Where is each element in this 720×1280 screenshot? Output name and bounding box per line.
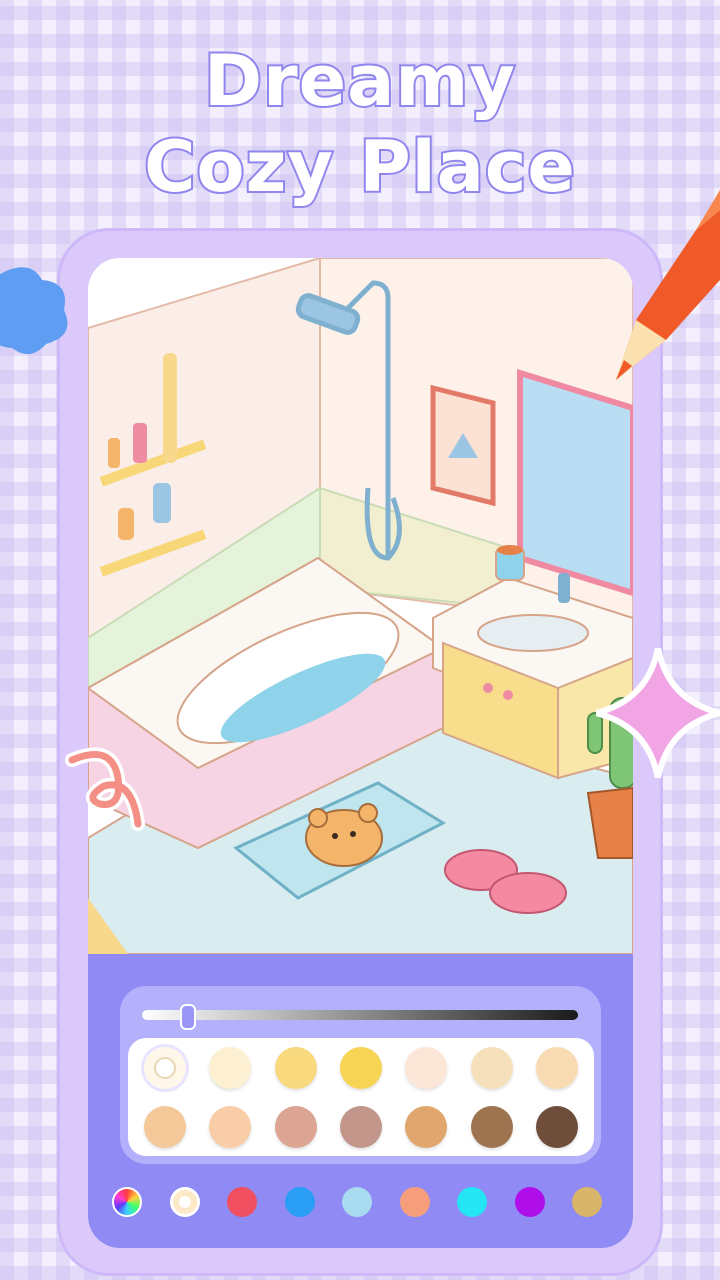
color-swatch[interactable] <box>339 1105 382 1148</box>
brightness-slider[interactable] <box>142 1004 578 1030</box>
palette-button[interactable] <box>572 1187 602 1217</box>
palette-button[interactable] <box>342 1187 372 1217</box>
pencil-icon <box>616 190 720 380</box>
brightness-slider-thumb[interactable] <box>179 1004 196 1030</box>
color-swatch[interactable] <box>470 1046 513 1089</box>
mug-icon <box>495 545 525 581</box>
coloring-canvas[interactable] <box>88 258 633 954</box>
color-picker <box>120 986 601 1164</box>
palette-button[interactable] <box>284 1187 315 1217</box>
blue-blob-icon <box>0 267 68 354</box>
color-swatch[interactable] <box>143 1046 186 1089</box>
color-swatch[interactable] <box>536 1105 579 1148</box>
swatch-grid <box>128 1038 594 1156</box>
pink-sparkle-icon <box>596 648 720 778</box>
color-swatch[interactable] <box>209 1046 252 1089</box>
palette-button[interactable] <box>399 1187 430 1217</box>
headline-line-1: Dreamy <box>202 38 517 124</box>
color-swatch[interactable] <box>143 1105 186 1148</box>
color-swatch[interactable] <box>405 1105 448 1148</box>
color-swatch[interactable] <box>536 1046 579 1089</box>
color-swatch[interactable] <box>470 1105 513 1148</box>
color-panel <box>88 954 633 1248</box>
mirror-icon <box>517 368 633 597</box>
color-swatch[interactable] <box>405 1046 448 1089</box>
palette-button[interactable] <box>169 1187 200 1217</box>
color-swatch[interactable] <box>274 1105 317 1148</box>
color-swatch[interactable] <box>339 1046 382 1089</box>
squiggle-icon <box>65 747 145 831</box>
palette-button[interactable] <box>227 1187 257 1217</box>
picture-frame-icon <box>430 384 496 507</box>
rainbow-palette-button[interactable] <box>112 1187 142 1217</box>
palette-row <box>112 1186 602 1218</box>
color-swatch[interactable] <box>274 1046 317 1089</box>
color-swatch[interactable] <box>209 1105 252 1148</box>
palette-button[interactable] <box>457 1187 487 1217</box>
coloring-screen <box>88 258 633 1248</box>
palette-button[interactable] <box>514 1187 545 1217</box>
